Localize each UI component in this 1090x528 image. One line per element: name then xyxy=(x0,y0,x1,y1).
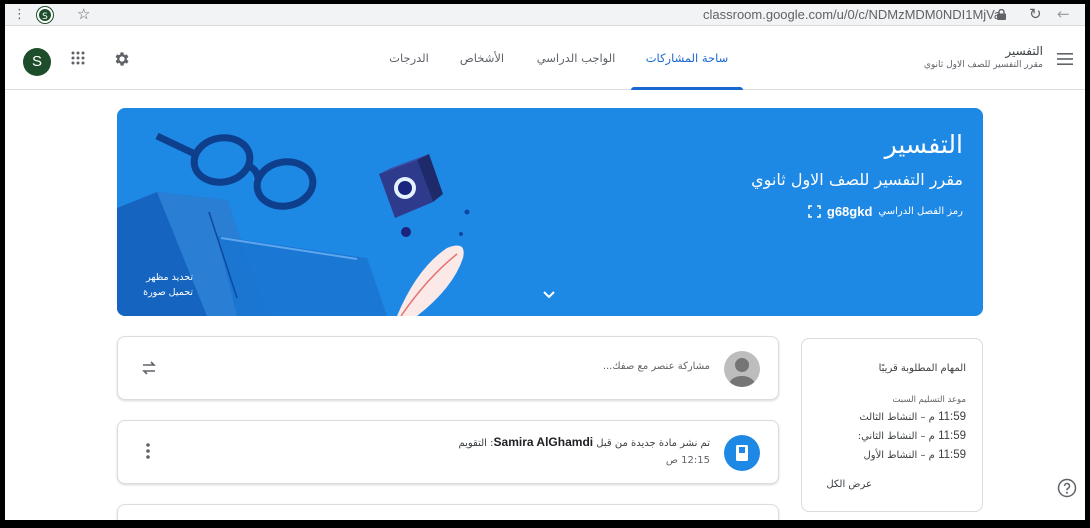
browser-toolbar: ⋮ S ☆ classroom.google.com/u/0/c/NDMzMDM… xyxy=(5,4,1085,26)
browser-window: ⋮ S ☆ classroom.google.com/u/0/c/NDMzMDM… xyxy=(5,4,1085,520)
upcoming-item-text: م – النشاط الأول xyxy=(863,450,935,461)
class-code-row: رمز الفصل الدراسي g68gkd xyxy=(808,204,963,219)
class-banner: التفسير مقرر التفسير للصف الاول ثانوي رم… xyxy=(117,108,983,316)
share-with-class-card[interactable]: مشاركة عنصر مع صفك... xyxy=(117,336,779,400)
upcoming-item-text: م – النشاط الثاني: xyxy=(857,431,935,442)
upcoming-item-time: 11:59 xyxy=(938,430,966,442)
class-code-label: رمز الفصل الدراسي xyxy=(878,206,963,217)
select-theme-link[interactable]: تحديد مظهر xyxy=(137,270,193,285)
tab-classwork[interactable]: الواجب الدراسي xyxy=(521,26,631,90)
upcoming-item[interactable]: 11:59 م – النشاط الثالث xyxy=(859,411,966,423)
tab-people-label: الأشخاص xyxy=(459,51,505,65)
class-tabs: ساحة المشاركات الواجب الدراسي الأشخاص ال… xyxy=(375,26,743,90)
fullscreen-icon[interactable] xyxy=(808,205,821,218)
apps-icon[interactable] xyxy=(71,51,85,65)
class-title-block[interactable]: التفسير مقرر التفسير للصف الاول ثانوي xyxy=(924,44,1043,70)
tab-grades-label: الدرجات xyxy=(389,51,429,65)
classroom-header: S ساحة المشاركات الواجب الدراسي الأشخاص … xyxy=(5,26,1085,90)
post-material: : التقويم xyxy=(458,438,494,449)
upcoming-title: المهام المطلوبة قريبًا xyxy=(878,363,966,374)
more-vert-icon[interactable] xyxy=(146,443,150,459)
stream-post-card-partial[interactable] xyxy=(117,504,779,520)
class-name: التفسير xyxy=(1005,44,1043,58)
help-icon[interactable] xyxy=(1057,478,1077,498)
repost-icon[interactable] xyxy=(140,359,158,377)
hamburger-icon[interactable] xyxy=(1057,53,1073,65)
post-prefix: تم نشر مادة جديدة من قبل xyxy=(596,438,710,449)
upcoming-panel: المهام المطلوبة قريبًا موعد التسليم السب… xyxy=(801,338,983,512)
tab-grades[interactable]: الدرجات xyxy=(375,26,443,90)
tab-stream-label: ساحة المشاركات xyxy=(645,51,729,65)
browser-menu-icon[interactable]: ⋮ xyxy=(13,7,26,22)
reload-icon[interactable]: ↻ xyxy=(1029,5,1042,23)
share-placeholder: مشاركة عنصر مع صفك... xyxy=(602,361,710,372)
browser-profile-avatar[interactable]: S xyxy=(37,7,53,23)
upcoming-item[interactable]: 11:59 م – النشاط الثاني: xyxy=(858,430,966,442)
class-code-value: g68gkd xyxy=(826,204,873,219)
back-icon[interactable]: ← xyxy=(1057,5,1070,23)
class-section: مقرر التفسير للصف الاول ثانوي xyxy=(923,60,1043,70)
user-avatar xyxy=(724,351,760,387)
post-author: Samira AlGhamdi xyxy=(493,435,594,449)
upcoming-item-text: م – النشاط الثالث xyxy=(859,412,935,423)
post-time: 12:15 ص xyxy=(665,455,710,466)
lock-icon[interactable] xyxy=(997,9,1006,20)
book-icon xyxy=(736,445,748,461)
banner-title: التفسير xyxy=(884,130,963,159)
post-text: تم نشر مادة جديدة من قبل Samira AlGhamdi… xyxy=(458,435,710,449)
gear-icon[interactable] xyxy=(113,50,131,68)
upcoming-due-label: موعد التسليم السبت xyxy=(892,395,966,405)
upcoming-item[interactable]: 11:59 م – النشاط الأول xyxy=(864,449,967,461)
upload-photo-link[interactable]: تحميل صورة xyxy=(137,285,193,300)
banner-subtitle: مقرر التفسير للصف الاول ثانوي xyxy=(751,170,963,189)
tab-classwork-label: الواجب الدراسي xyxy=(536,51,616,65)
upcoming-item-time: 11:59 xyxy=(938,411,966,423)
account-avatar[interactable]: S xyxy=(23,48,51,76)
view-all-link[interactable]: عرض الكل xyxy=(826,479,872,490)
material-icon xyxy=(724,435,760,471)
url-field[interactable]: classroom.google.com/u/0/c/NDMzMDM0NDI1M… xyxy=(703,7,1001,22)
customize-links: تحديد مظهر تحميل صورة xyxy=(137,270,193,300)
chevron-down-icon[interactable] xyxy=(542,290,556,300)
star-icon[interactable]: ☆ xyxy=(77,5,90,23)
person-icon xyxy=(729,358,755,387)
upcoming-item-time: 11:59 xyxy=(938,449,966,461)
tab-people[interactable]: الأشخاص xyxy=(443,26,521,90)
tab-stream[interactable]: ساحة المشاركات xyxy=(631,26,743,90)
stream-post-card[interactable]: تم نشر مادة جديدة من قبل Samira AlGhamdi… xyxy=(117,420,779,484)
